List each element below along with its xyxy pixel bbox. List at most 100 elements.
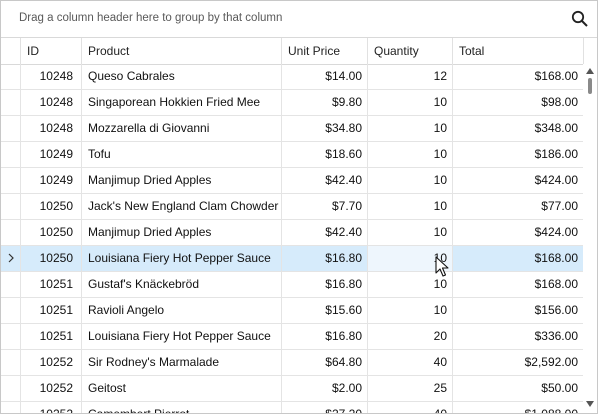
table-row[interactable]: 10252Camembert Pierrot$27.2040$1,088.00 xyxy=(1,402,583,413)
cell-quantity[interactable]: 10 xyxy=(367,116,452,141)
cell-product[interactable]: Ravioli Angelo xyxy=(81,298,281,323)
table-row[interactable]: 10251 Gustaf's Knäckebröd $16.80 10 $168.00 xyxy=(1,272,583,298)
column-header-unit-price[interactable]: Unit Price xyxy=(281,38,367,64)
cell-quantity[interactable]: 40 xyxy=(367,350,452,375)
cell-unit-price[interactable]: $42.40 xyxy=(281,220,367,245)
cell-quantity[interactable]: 40 xyxy=(367,402,452,413)
table-row[interactable]: 10249 Manjimup Dried Apples $42.40 10 $424.0… xyxy=(1,168,583,194)
row-indicator-cell[interactable] xyxy=(1,376,20,401)
column-header-product[interactable]: Product xyxy=(81,38,281,64)
cell-quantity[interactable]: 12 xyxy=(367,64,452,89)
row-indicator-cell[interactable] xyxy=(1,90,20,115)
cell-total[interactable]: $2,592.00 xyxy=(452,350,583,375)
column-header-quantity[interactable]: Quantity xyxy=(367,38,452,64)
cell-quantity[interactable]: 25 xyxy=(367,376,452,401)
cell-total[interactable]: $156.00 xyxy=(452,298,583,323)
scroll-up-arrow-icon[interactable] xyxy=(586,67,594,75)
cell-total[interactable]: $336.00 xyxy=(452,324,583,349)
cell-total[interactable]: $77.00 xyxy=(452,194,583,219)
cell-product[interactable]: Manjimup Dried Apples xyxy=(81,168,281,193)
cell-product[interactable]: Queso Cabrales xyxy=(81,64,281,89)
cell-id[interactable]: 10252 xyxy=(20,376,81,401)
cell-id[interactable]: 10248 xyxy=(20,90,81,115)
cell-product[interactable]: Sir Rodney's Marmalade xyxy=(81,350,281,375)
column-header-id[interactable]: ID xyxy=(20,38,81,64)
cell-total[interactable]: $98.00 xyxy=(452,90,583,115)
table-row[interactable]: 10250 Manjimup Dried Apples $42.40 10 $424.0… xyxy=(1,220,583,246)
cell-unit-price[interactable]: $9.80 xyxy=(281,90,367,115)
row-indicator-cell[interactable] xyxy=(1,298,20,323)
cell-total[interactable]: $186.00 xyxy=(452,142,583,167)
row-indicator-cell[interactable] xyxy=(1,168,20,193)
cell-total[interactable]: $348.00 xyxy=(452,116,583,141)
cell-quantity[interactable]: 10 xyxy=(367,298,452,323)
row-indicator-cell[interactable] xyxy=(1,142,20,167)
cell-id[interactable]: 10252 xyxy=(20,350,81,375)
cell-product[interactable]: Singaporean Hokkien Fried Mee xyxy=(81,90,281,115)
table-row[interactable]: 10249 Tofu $18.60 10 $186.00 xyxy=(1,142,583,168)
cell-unit-price[interactable]: $2.00 xyxy=(281,376,367,401)
cell-product[interactable]: Tofu xyxy=(81,142,281,167)
cell-unit-price[interactable]: $18.60 xyxy=(281,142,367,167)
table-row[interactable]: 10248 Singaporean Hokkien Fried Mee $9.80 1… xyxy=(1,90,583,116)
cell-quantity[interactable]: 10 xyxy=(367,142,452,167)
cell-unit-price[interactable]: $16.80 xyxy=(281,324,367,349)
cell-unit-price[interactable]: $27.20 xyxy=(281,402,367,413)
cell-id[interactable]: 10248 xyxy=(20,64,81,89)
cell-unit-price[interactable]: $16.80 xyxy=(281,272,367,297)
cell-total[interactable]: $168.00 xyxy=(452,64,583,89)
cell-product[interactable]: Geitost xyxy=(81,376,281,401)
row-indicator-cell[interactable] xyxy=(1,350,20,375)
cell-id[interactable]: 10252 xyxy=(20,402,81,413)
scrollbar-thumb[interactable] xyxy=(588,78,592,94)
row-indicator-cell[interactable] xyxy=(1,116,20,141)
cell-id[interactable]: 10251 xyxy=(20,272,81,297)
cell-product[interactable]: Gustaf's Knäckebröd xyxy=(81,272,281,297)
cell-unit-price[interactable]: $7.70 xyxy=(281,194,367,219)
cell-id[interactable]: 10249 xyxy=(20,168,81,193)
cell-total[interactable]: $424.00 xyxy=(452,220,583,245)
row-indicator-cell[interactable] xyxy=(1,194,20,219)
cell-quantity[interactable]: 10 xyxy=(367,220,452,245)
cell-product[interactable]: Louisiana Fiery Hot Pepper Sauce xyxy=(81,324,281,349)
table-row[interactable]: 10252 Geitost $2.00 25 $50.00 xyxy=(1,376,583,402)
table-row[interactable]: 10248 Queso Cabrales $14.00 12 $168.00 xyxy=(1,64,583,90)
cell-total[interactable]: $1,088.00 xyxy=(452,402,583,413)
cell-unit-price[interactable]: $42.40 xyxy=(281,168,367,193)
scroll-down-arrow-icon[interactable] xyxy=(586,400,594,408)
cell-quantity[interactable]: 20 xyxy=(367,324,452,349)
cell-unit-price[interactable]: $16.80 xyxy=(281,246,367,271)
cell-id[interactable]: 10251 xyxy=(20,324,81,349)
cell-id[interactable]: 10250 xyxy=(20,246,81,271)
cell-product[interactable]: Mozzarella di Giovanni xyxy=(81,116,281,141)
cell-total[interactable]: $50.00 xyxy=(452,376,583,401)
cell-id[interactable]: 10249 xyxy=(20,142,81,167)
row-indicator-cell[interactable] xyxy=(1,272,20,297)
table-row[interactable]: 10252 Sir Rodney's Marmalade $64.80 40 $2,59… xyxy=(1,350,583,376)
cell-product[interactable]: Manjimup Dried Apples xyxy=(81,220,281,245)
row-indicator-cell[interactable] xyxy=(1,402,20,413)
cell-product[interactable]: Camembert Pierrot xyxy=(81,402,281,413)
cell-product[interactable]: Jack's New England Clam Chowder xyxy=(81,194,281,219)
cell-quantity[interactable]: 10 xyxy=(367,90,452,115)
row-indicator-cell[interactable] xyxy=(1,246,20,271)
cell-id[interactable]: 10250 xyxy=(20,194,81,219)
cell-quantity[interactable]: 10 xyxy=(367,194,452,219)
search-icon[interactable] xyxy=(571,10,589,28)
cell-total[interactable]: $424.00 xyxy=(452,168,583,193)
table-row[interactable]: 10251 Ravioli Angelo $15.60 10 $156.00 xyxy=(1,298,583,324)
cell-quantity[interactable]: 10 xyxy=(367,168,452,193)
table-row[interactable]: 10248 Mozzarella di Giovanni $34.80 10 $348.… xyxy=(1,116,583,142)
row-indicator-cell[interactable] xyxy=(1,64,20,89)
row-indicator-cell[interactable] xyxy=(1,324,20,349)
cell-total[interactable]: $168.00 xyxy=(452,272,583,297)
cell-unit-price[interactable]: $15.60 xyxy=(281,298,367,323)
vertical-scrollbar[interactable] xyxy=(583,64,597,413)
cell-id[interactable]: 10250 xyxy=(20,220,81,245)
cell-total[interactable]: $168.00 xyxy=(452,246,583,271)
cell-unit-price[interactable]: $64.80 xyxy=(281,350,367,375)
group-panel[interactable]: Drag a column header here to group by th… xyxy=(1,1,597,38)
table-row[interactable]: 10251 Louisiana Fiery Hot Pepper Sauce $16… xyxy=(1,324,583,350)
cell-unit-price[interactable]: $34.80 xyxy=(281,116,367,141)
cell-unit-price[interactable]: $14.00 xyxy=(281,64,367,89)
